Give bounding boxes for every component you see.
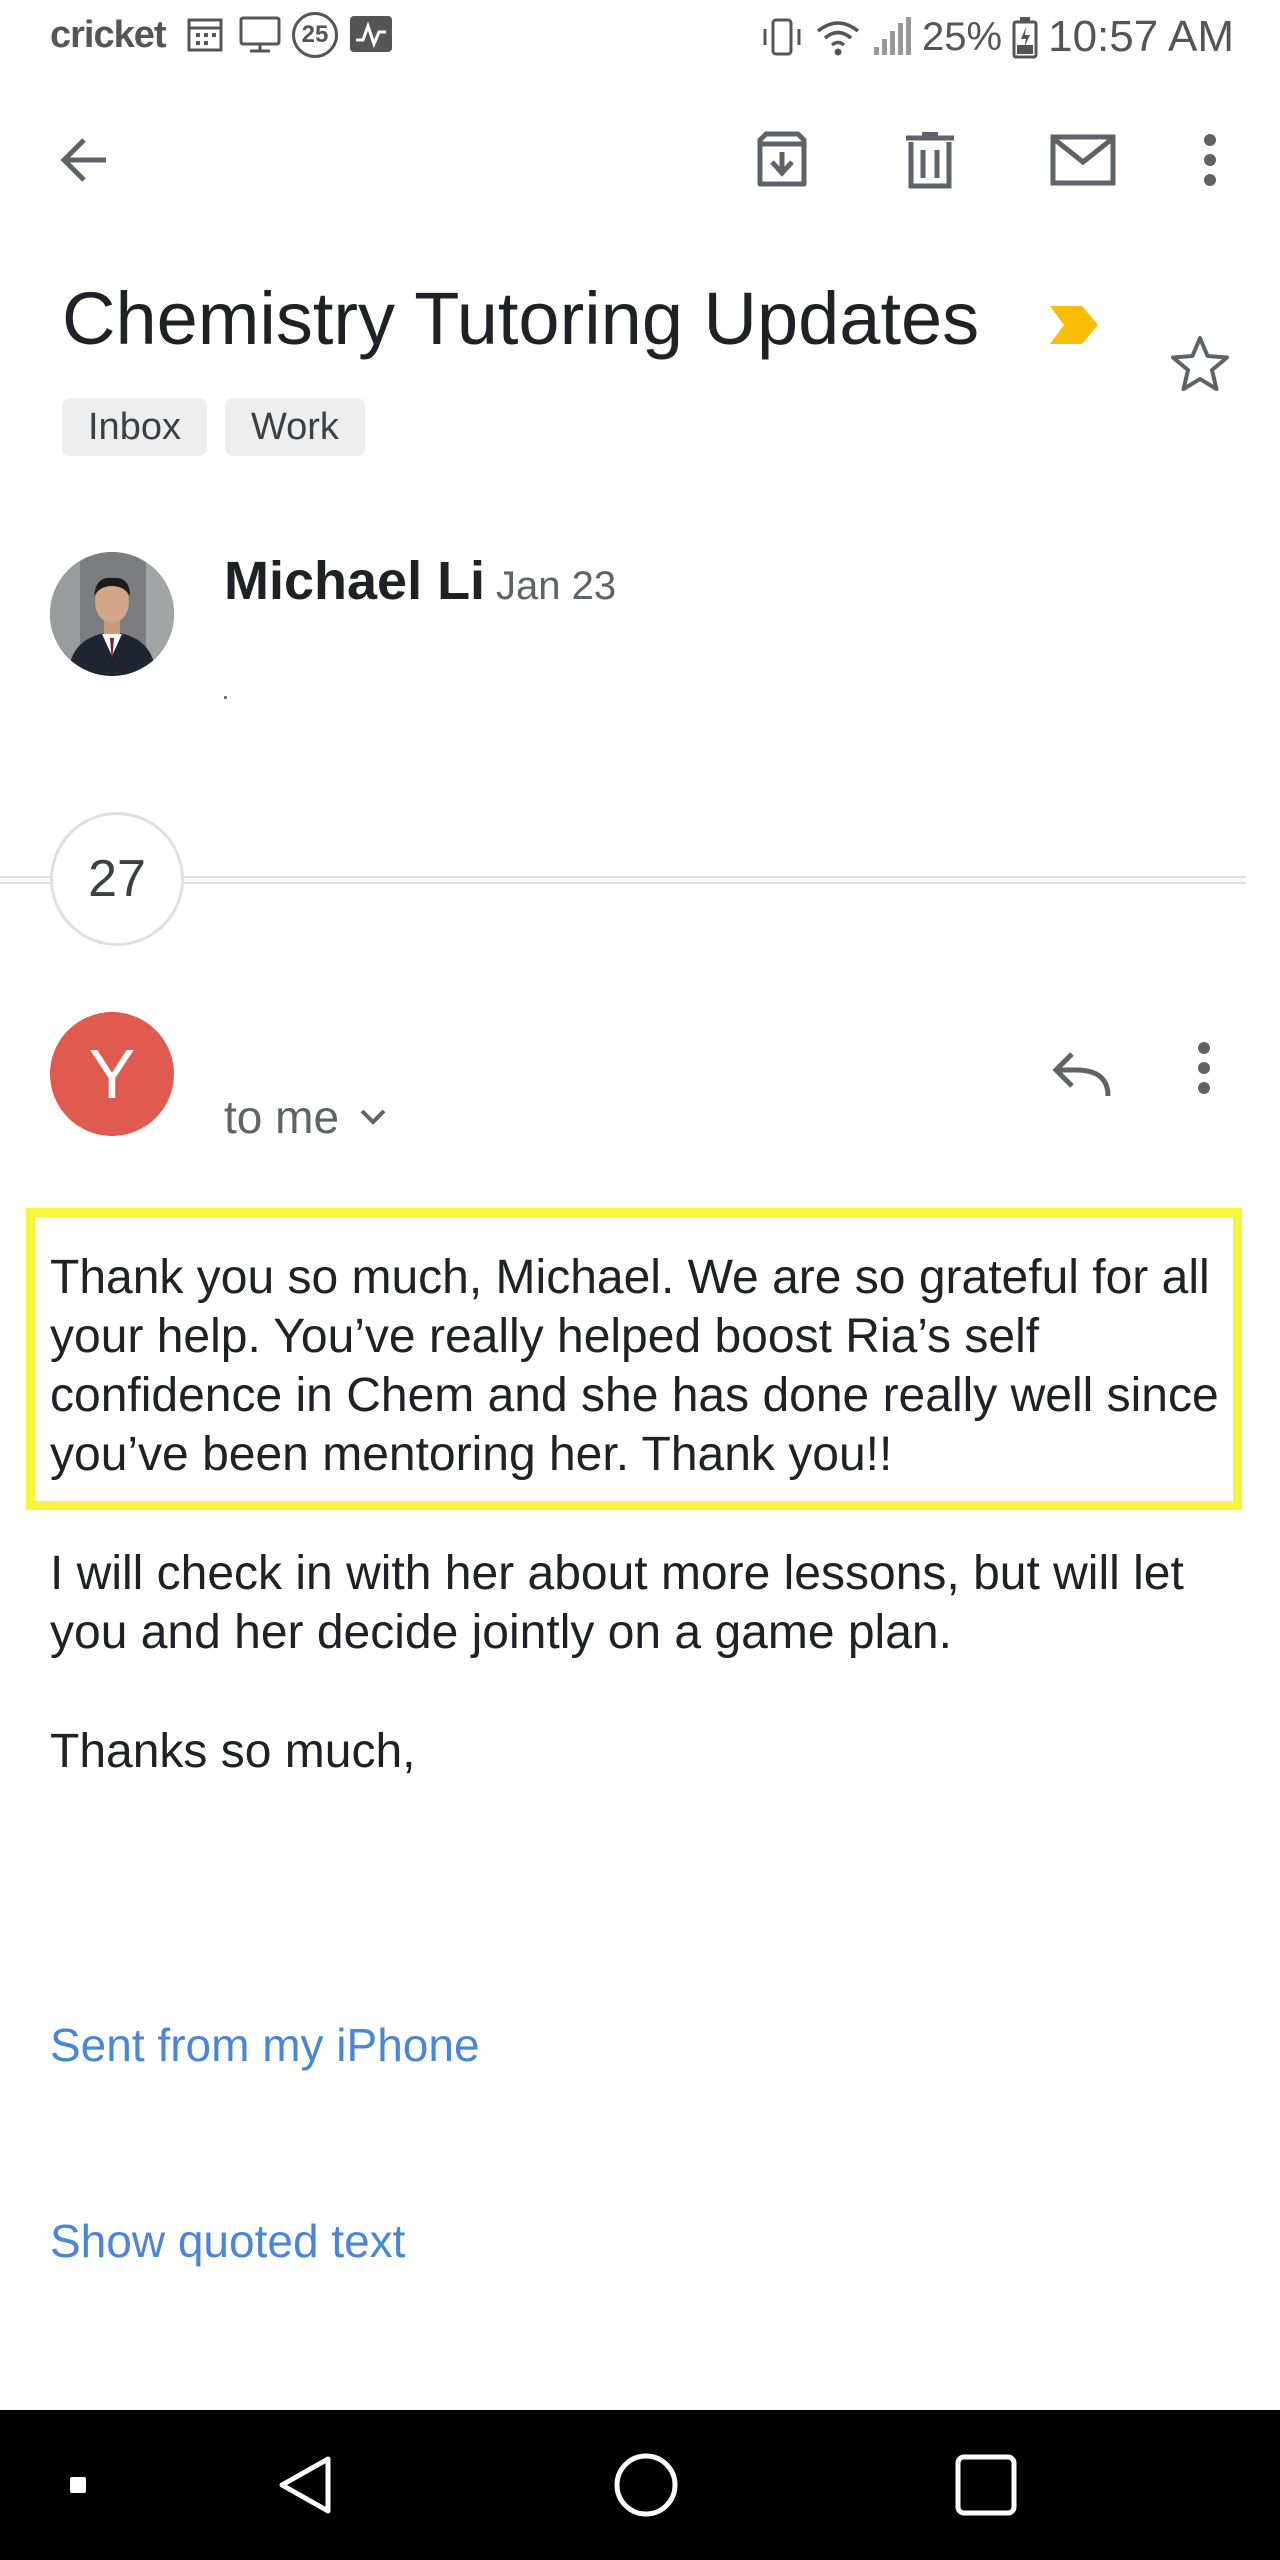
message-date: Jan 23 [496,564,617,608]
nav-recents-button[interactable] [950,2410,1022,2560]
square-recents-icon [955,2454,1017,2516]
hidden-messages-count[interactable]: 27 [50,812,184,946]
signature-link[interactable]: Sent from my iPhone [50,2018,480,2072]
arrow-back-icon [60,138,106,182]
more-vertical-icon [1204,134,1216,186]
message-paragraph: I will check in with her about more less… [50,1547,1184,1659]
message-more-button[interactable] [1196,1040,1226,1110]
activity-icon [350,16,392,52]
reply-icon [1052,1052,1111,1097]
recipient-label: to me [224,1091,340,1143]
mark-unread-button[interactable] [1048,128,1118,192]
signal-icon [874,17,912,55]
important-marker-icon[interactable] [1046,302,1102,348]
nav-menu-button[interactable] [56,2410,100,2560]
status-right: 25% 10:57 AM [760,12,1234,62]
square-dot-icon [70,2477,86,2493]
reply-button[interactable] [1046,1040,1116,1110]
carrier-name: cricket [50,14,167,56]
chevron-down-icon [360,1109,386,1125]
more-vertical-icon [1198,1042,1210,1094]
message-snippet [224,696,227,699]
navigation-bar [0,2410,1280,2560]
delete-button[interactable] [898,128,962,192]
archive-icon [757,131,807,187]
status-bar: cricket 25 25% 10:57 AM [0,0,1280,76]
battery-percent: 25% [922,14,1003,59]
monitor-icon [239,16,281,53]
back-button[interactable] [52,128,116,192]
sender-name: Michael Li [224,551,486,611]
trash-icon [906,132,954,189]
archive-button[interactable] [750,128,814,192]
star-icon[interactable] [1168,334,1232,394]
nav-back-button[interactable] [270,2410,342,2560]
mail-icon [1050,134,1116,186]
battery-icon [1012,17,1038,59]
vibrate-icon [763,18,801,56]
label-chip-inbox[interactable]: Inbox [62,398,207,456]
nav-home-button[interactable] [610,2410,682,2560]
message-paragraph: Thank you so much, Michael. We are so gr… [50,1251,1219,1481]
message-paragraph: Thanks so much, [50,1725,416,1778]
badge-count-icon: 25 [292,12,338,58]
email-subject: Chemistry Tutoring Updates [62,277,980,360]
sender-avatar[interactable] [50,552,174,676]
show-quoted-text-link[interactable]: Show quoted text [50,2214,405,2268]
circle-home-icon [614,2453,678,2517]
sender-avatar-letter[interactable]: Y [50,1012,174,1136]
recipient-details[interactable]: to me [224,1090,387,1144]
calendar-icon [187,18,223,52]
more-options-button[interactable] [1180,128,1240,192]
collapsed-messages-divider [0,876,1246,884]
wifi-icon [816,21,860,56]
triangle-back-icon [279,2456,331,2514]
label-chip-work[interactable]: Work [224,398,365,456]
person-photo-icon [50,552,174,676]
label-chips: Inbox Work [62,398,365,456]
clock: 10:57 AM [1048,12,1234,61]
toolbar [0,110,1280,210]
